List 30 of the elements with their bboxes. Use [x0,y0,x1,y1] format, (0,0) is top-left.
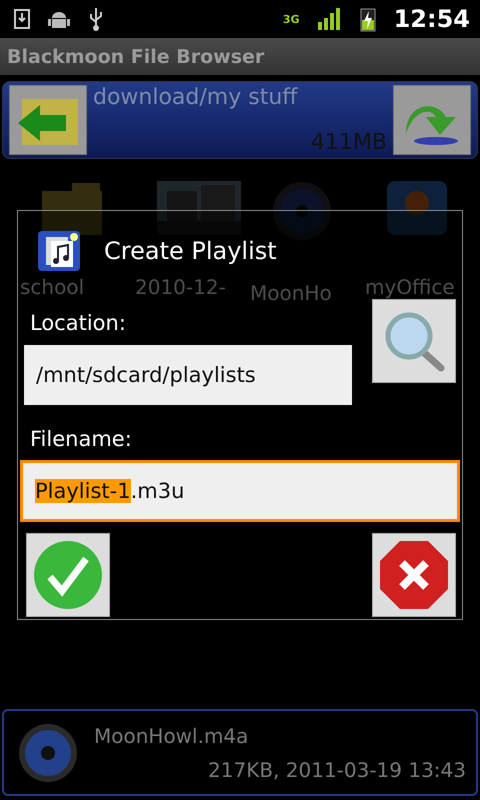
usb-icon [88,6,104,32]
speaker-icon [18,722,78,782]
cancel-button[interactable] [372,533,456,617]
free-space: 411MB [310,130,387,155]
filename-field[interactable]: Playlist-1.m3u [23,463,457,519]
current-path: download/my stuff [93,85,299,110]
file-label: school [20,275,84,299]
check-icon [32,539,104,611]
network-type: 3G [282,14,300,24]
go-button[interactable] [393,85,471,155]
playlist-icon [38,231,80,271]
dialog-title: Create Playlist [104,237,277,265]
browse-button[interactable] [372,299,456,383]
signal-icon [318,8,342,30]
confirm-button[interactable] [26,533,110,617]
app-title: Blackmoon File Browser [7,46,264,68]
file-name: MoonHowl.m4a [94,724,250,748]
file-label: myOffice [365,275,455,299]
file-label: 2010-12- [135,275,226,299]
clock: 12:54 [394,5,470,33]
file-label: MoonHo [250,281,332,305]
file-details: 217KB, 2011-03-19 13:43 [208,758,466,782]
battery-icon [360,6,376,32]
location-label: Location: [30,311,127,335]
download-icon [14,9,30,29]
back-button[interactable] [9,85,87,155]
filename-label: Filename: [30,427,133,451]
close-icon [378,539,450,611]
android-icon [48,9,70,29]
location-field[interactable]: /mnt/sdcard/playlists [24,345,352,405]
